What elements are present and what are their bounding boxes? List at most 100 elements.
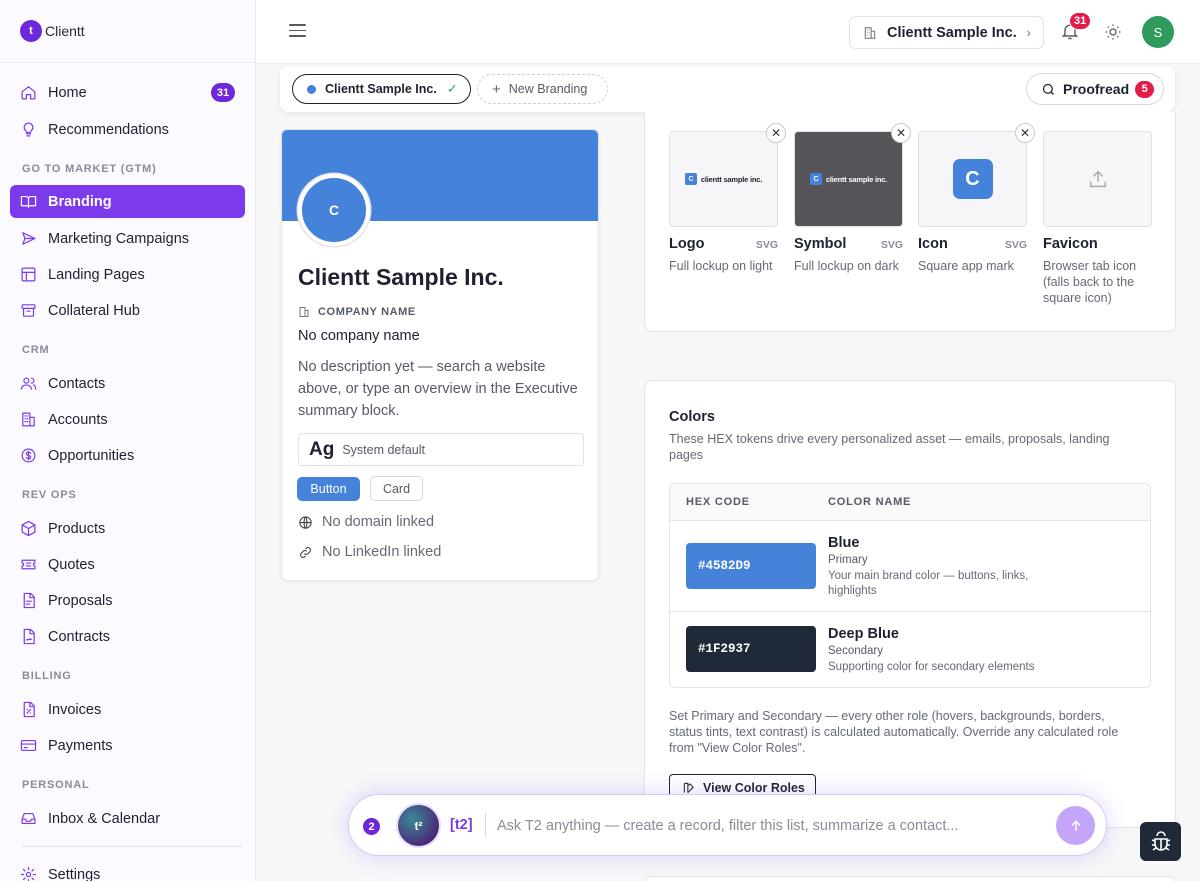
sidebar-item-label: Collateral Hub <box>48 302 140 319</box>
sidebar-item-inbox-calendar[interactable]: Inbox & Calendar <box>10 802 245 835</box>
org-switcher[interactable]: Clientt Sample Inc. › <box>849 16 1044 49</box>
linkedin-link[interactable]: No LinkedIn linked <box>298 544 441 560</box>
sidebar-item-contacts[interactable]: Contacts <box>10 367 245 400</box>
ai-avatar[interactable]: t² <box>398 805 439 846</box>
plus-icon: + <box>492 80 501 98</box>
sidebar-item-label: Proposals <box>48 592 113 609</box>
icon-thumbnail[interactable]: C ✕ <box>918 123 1035 227</box>
remove-logo-button[interactable]: ✕ <box>766 123 786 143</box>
asset-format: SVG <box>755 239 778 251</box>
font-selector[interactable]: Ag System default <box>298 433 584 466</box>
logo-thumbnail[interactable]: C clientt sample inc. ✕ <box>669 123 786 227</box>
table-row[interactable]: #1F2937 Deep Blue Secondary Supporting c… <box>670 612 1150 687</box>
brand-description[interactable]: No description yet — search a website ab… <box>298 356 588 422</box>
color-desc: Your main brand color — buttons, links, … <box>828 570 1029 597</box>
asset-logo: C clientt sample inc. ✕ Logo SVG Full loc… <box>669 123 786 274</box>
colors-note: Set Primary and Secondary — every other … <box>669 709 1119 755</box>
sidebar: t Clientt Home 31 Recommendations GO TO … <box>0 0 256 881</box>
sidebar-item-label: Marketing Campaigns <box>48 230 190 247</box>
sidebar-item-landing-pages[interactable]: Landing Pages <box>10 258 245 291</box>
credit-card-icon <box>20 737 37 754</box>
user-avatar[interactable]: S <box>1142 16 1174 48</box>
asset-format: SVG <box>880 239 903 251</box>
sidebar-divider <box>22 846 242 847</box>
asset-icon: C ✕ Icon SVG Square app mark <box>918 123 1035 274</box>
table-header: HEX CODE COLOR NAME <box>670 484 1150 521</box>
proofread-button[interactable]: Proofread 5 <box>1026 73 1164 105</box>
branding-tabs-bar: Clientt Sample Inc. ✓ + New Branding Pro… <box>280 66 1175 112</box>
ai-prompt-input[interactable] <box>497 815 1037 837</box>
ticket-icon <box>20 556 37 573</box>
favicon-upload[interactable] <box>1043 131 1152 227</box>
send-icon <box>20 230 37 247</box>
building-icon <box>20 411 37 428</box>
theme-toggle-icon[interactable] <box>1104 23 1122 41</box>
sidebar-item-collateral-hub[interactable]: Collateral Hub <box>10 294 245 327</box>
bug-report-button[interactable] <box>1140 822 1181 861</box>
logo-lockup: C clientt sample inc. <box>684 173 763 185</box>
symbol-lockup: C clientt sample inc. <box>809 173 887 185</box>
brand-logo: t <box>20 20 42 42</box>
symbol-thumbnail[interactable]: C clientt sample inc. ✕ <box>794 123 911 227</box>
color-name: Deep Blue <box>828 626 899 642</box>
ai-count-badge[interactable]: 2 <box>363 818 380 835</box>
asset-favicon: Favicon Browser tab icon (falls back to … <box>1043 131 1152 306</box>
sidebar-item-home[interactable]: Home 31 <box>10 76 245 109</box>
sidebar-item-label: Home <box>48 84 87 101</box>
search-icon <box>1042 83 1054 95</box>
remove-icon-button[interactable]: ✕ <box>1015 123 1035 143</box>
building-icon <box>864 26 876 39</box>
box-icon <box>20 520 37 537</box>
ai-send-button[interactable] <box>1056 806 1095 845</box>
asset-desc: Square app mark <box>918 259 1014 273</box>
sidebar-item-branding[interactable]: Branding <box>10 185 245 218</box>
asset-desc: Browser tab icon (falls back to the squa… <box>1043 259 1137 305</box>
color-swatch-secondary[interactable]: #1F2937 <box>686 626 816 672</box>
sidebar-item-label: Contacts <box>48 375 106 392</box>
sidebar-item-accounts[interactable]: Accounts <box>10 403 245 436</box>
section-personal: PERSONAL <box>22 779 90 791</box>
sidebar-item-label: Opportunities <box>48 447 135 464</box>
lockup-text: clientt sample inc. <box>700 174 763 184</box>
ai-tag: [t2] <box>450 817 473 833</box>
book-icon <box>20 193 37 210</box>
tab-branding-active[interactable]: Clientt Sample Inc. ✓ <box>292 74 471 104</box>
sidebar-item-contracts[interactable]: Contracts <box>10 620 245 653</box>
sidebar-item-products[interactable]: Products <box>10 512 245 545</box>
asset-desc: Full lockup on light <box>669 259 773 273</box>
archive-icon <box>20 302 37 319</box>
remove-symbol-button[interactable]: ✕ <box>891 123 911 143</box>
company-name-value[interactable]: No company name <box>298 328 420 344</box>
building-icon <box>299 307 309 317</box>
asset-format: SVG <box>1004 239 1027 251</box>
asset-name: Symbol <box>794 236 847 252</box>
color-swatch-primary[interactable]: #4582D9 <box>686 543 816 589</box>
ai-divider <box>485 813 486 837</box>
new-branding-button[interactable]: + New Branding <box>477 74 608 104</box>
sidebar-item-opportunities[interactable]: Opportunities <box>10 439 245 472</box>
brand-profile-card: C Clientt Sample Inc. COMPANY NAME No co… <box>281 129 599 581</box>
sidebar-item-settings[interactable]: Settings <box>10 858 245 881</box>
menu-toggle-icon[interactable] <box>289 24 306 38</box>
file-icon <box>20 592 37 609</box>
app-mark: C <box>952 159 993 199</box>
sidebar-item-payments[interactable]: Payments <box>10 729 245 762</box>
sidebar-item-invoices[interactable]: Invoices <box>10 693 245 726</box>
asset-name: Favicon <box>1043 236 1098 252</box>
sidebar-item-quotes[interactable]: Quotes <box>10 548 245 581</box>
font-name: System default <box>342 442 426 457</box>
next-section-card <box>644 876 1176 881</box>
sidebar-item-label: Landing Pages <box>48 266 145 283</box>
sidebar-item-recommendations[interactable]: Recommendations <box>10 113 245 146</box>
color-role: Primary <box>828 554 868 566</box>
table-row[interactable]: #4582D9 Blue Primary Your main brand col… <box>670 521 1150 612</box>
upload-icon <box>1089 170 1106 188</box>
color-role: Secondary <box>828 645 883 657</box>
brand[interactable]: t Clientt <box>0 0 255 63</box>
card-style-sample: Card <box>370 476 423 501</box>
sidebar-item-proposals[interactable]: Proposals <box>10 584 245 617</box>
sidebar-item-marketing-campaigns[interactable]: Marketing Campaigns <box>10 222 245 255</box>
proofread-count-badge: 5 <box>1135 80 1155 98</box>
domain-link[interactable]: No domain linked <box>298 514 434 530</box>
gear-icon <box>20 866 37 881</box>
